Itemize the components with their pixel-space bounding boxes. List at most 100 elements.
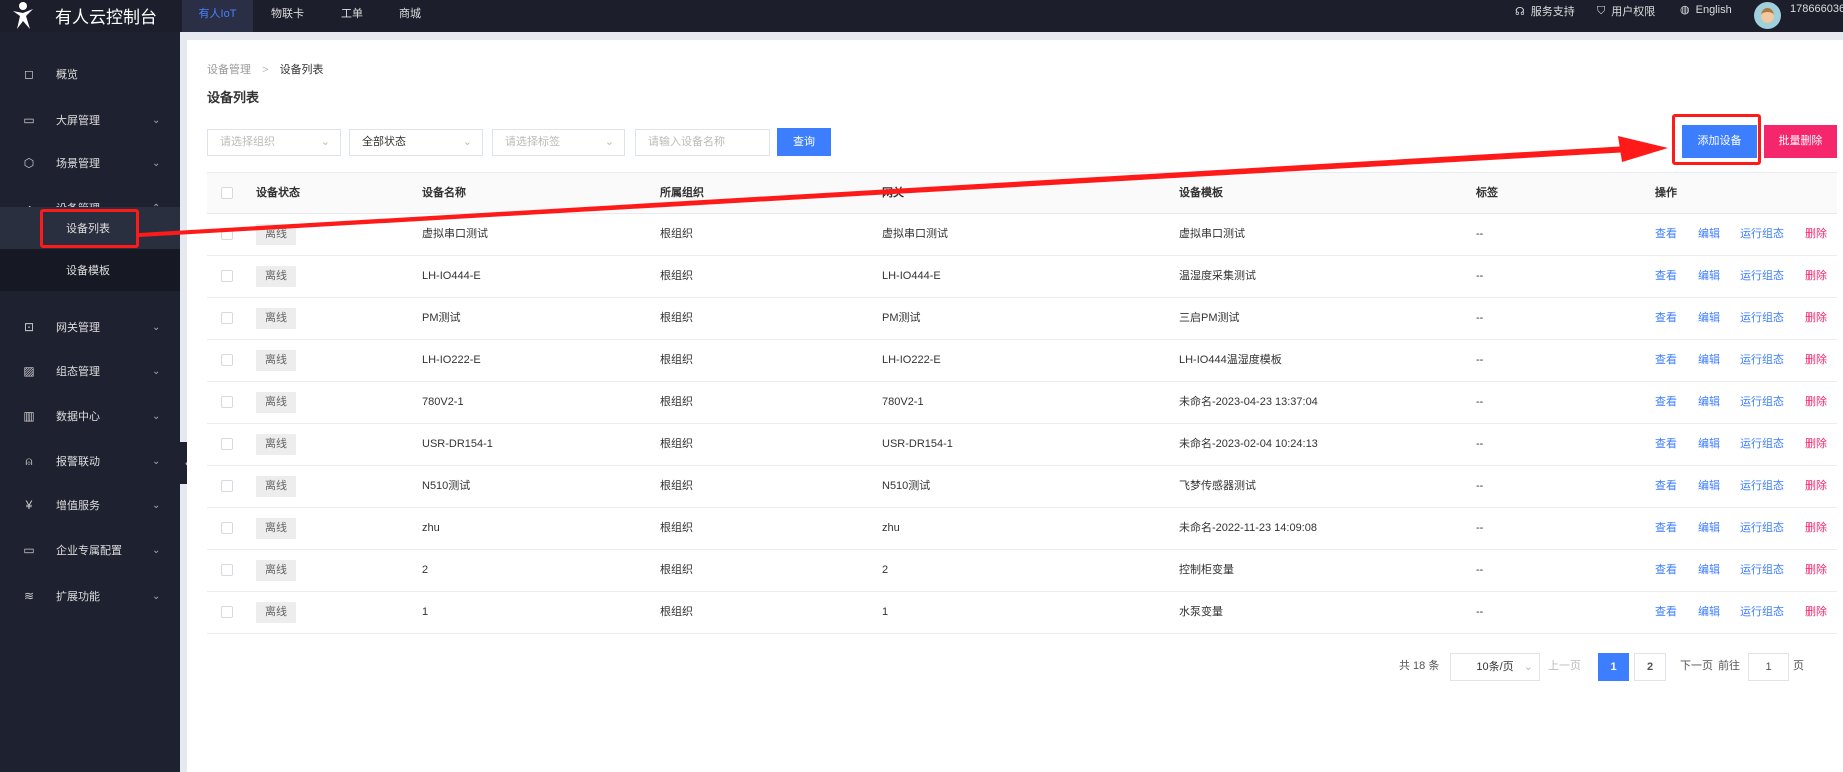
chevron-icon: ⌄ [152, 157, 161, 169]
sidebar-item-label: 场景管理 [56, 158, 100, 170]
sidebar-item-8[interactable]: ¥ 增值服务 ⌄ [0, 485, 180, 525]
edit-link[interactable]: 编辑 [1698, 382, 1720, 423]
sidebar-item-2[interactable]: ⬡ 场景管理 ⌄ [0, 143, 180, 183]
status-select[interactable]: 全部状态 ⌄ [349, 129, 483, 156]
delete-link[interactable]: 删除 [1805, 592, 1827, 633]
view-link[interactable]: 查看 [1655, 550, 1677, 591]
sidebar-item-4[interactable]: ⊡ 网关管理 ⌄ [0, 307, 180, 347]
view-link[interactable]: 查看 [1655, 466, 1677, 507]
row-checkbox[interactable] [221, 564, 233, 576]
edit-link[interactable]: 编辑 [1698, 424, 1720, 465]
topnav-sim[interactable]: 物联卡 [271, 0, 304, 32]
run-scada-link[interactable]: 运行组态 [1740, 256, 1784, 297]
column-header: 操作 [1655, 187, 1677, 199]
tag-select[interactable]: 请选择标签 ⌄ [492, 129, 625, 156]
view-link[interactable]: 查看 [1655, 382, 1677, 423]
chevron-icon: ⌄ [152, 321, 161, 333]
pagination-total: 共 18 条 [1399, 660, 1440, 672]
edit-link[interactable]: 编辑 [1698, 592, 1720, 633]
page-size-select[interactable]: 10条/页 ⌄ [1450, 653, 1540, 681]
run-scada-link[interactable]: 运行组态 [1740, 508, 1784, 549]
sidebar-item-1[interactable]: ▭ 大屏管理 ⌄ [0, 100, 180, 140]
sidebar-item-9[interactable]: ▭ 企业专属配置 ⌄ [0, 530, 180, 570]
sidebar-item-0[interactable]: ◻ 概览 [0, 54, 180, 94]
select-all-checkbox[interactable] [221, 187, 233, 199]
delete-link[interactable]: 删除 [1805, 466, 1827, 507]
view-link[interactable]: 查看 [1655, 424, 1677, 465]
language-switch[interactable]: ◍ English [1680, 3, 1732, 17]
status-badge: 离线 [256, 518, 296, 539]
edit-link[interactable]: 编辑 [1698, 256, 1720, 297]
topnav-iot[interactable]: 有人IoT [182, 0, 253, 32]
cell-gateway: 虚拟串口测试 [882, 228, 948, 240]
cell-org: 根组织 [660, 228, 693, 240]
edit-link[interactable]: 编辑 [1698, 340, 1720, 381]
sidebar-item-7[interactable]: ⍝ 报警联动 ⌄ [0, 441, 180, 481]
page-2-button[interactable]: 2 [1634, 653, 1666, 681]
topnav-mall[interactable]: 商城 [399, 0, 421, 32]
run-scada-link[interactable]: 运行组态 [1740, 298, 1784, 339]
row-checkbox[interactable] [221, 438, 233, 450]
row-checkbox[interactable] [221, 606, 233, 618]
view-link[interactable]: 查看 [1655, 214, 1677, 255]
delete-link[interactable]: 删除 [1805, 382, 1827, 423]
run-scada-link[interactable]: 运行组态 [1740, 424, 1784, 465]
goto-page-input[interactable]: 1 [1748, 653, 1789, 681]
edit-link[interactable]: 编辑 [1698, 214, 1720, 255]
row-checkbox[interactable] [221, 396, 233, 408]
run-scada-link[interactable]: 运行组态 [1740, 382, 1784, 423]
cell-tag: -- [1476, 480, 1484, 492]
sidebar-item-6[interactable]: ▥ 数据中心 ⌄ [0, 396, 180, 436]
batch-delete-button[interactable]: 批量删除 [1764, 125, 1837, 158]
page-1-button[interactable]: 1 [1598, 653, 1629, 681]
run-scada-link[interactable]: 运行组态 [1740, 550, 1784, 591]
sidebar-item-10[interactable]: ≋ 扩展功能 ⌄ [0, 576, 180, 616]
view-link[interactable]: 查看 [1655, 340, 1677, 381]
run-scada-link[interactable]: 运行组态 [1740, 214, 1784, 255]
breadcrumb-parent[interactable]: 设备管理 [207, 64, 251, 76]
delete-link[interactable]: 删除 [1805, 508, 1827, 549]
view-link[interactable]: 查看 [1655, 256, 1677, 297]
topnav-ticket[interactable]: 工单 [341, 0, 363, 32]
sidebar-item-5[interactable]: ▨ 组态管理 ⌄ [0, 351, 180, 391]
run-scada-link[interactable]: 运行组态 [1740, 466, 1784, 507]
sidebar-subitem-1[interactable]: 设备模板 [0, 249, 180, 291]
org-select[interactable]: 请选择组织 ⌄ [207, 129, 341, 156]
support-link[interactable]: ☊ 服务支持 [1515, 3, 1575, 19]
device-name-input[interactable]: 请输入设备名称 [635, 129, 770, 156]
delete-link[interactable]: 删除 [1805, 340, 1827, 381]
view-link[interactable]: 查看 [1655, 592, 1677, 633]
delete-link[interactable]: 删除 [1805, 256, 1827, 297]
edit-link[interactable]: 编辑 [1698, 466, 1720, 507]
avatar[interactable] [1754, 2, 1781, 29]
delete-link[interactable]: 删除 [1805, 424, 1827, 465]
row-checkbox[interactable] [221, 480, 233, 492]
row-checkbox[interactable] [221, 354, 233, 366]
row-checkbox[interactable] [221, 228, 233, 240]
edit-link[interactable]: 编辑 [1698, 508, 1720, 549]
run-scada-link[interactable]: 运行组态 [1740, 340, 1784, 381]
edit-link[interactable]: 编辑 [1698, 550, 1720, 591]
org-select-placeholder: 请选择组织 [220, 136, 275, 148]
run-scada-link[interactable]: 运行组态 [1740, 592, 1784, 633]
view-link[interactable]: 查看 [1655, 508, 1677, 549]
delete-link[interactable]: 删除 [1805, 298, 1827, 339]
permissions-link[interactable]: ⛉ 用户权限 [1597, 3, 1655, 19]
cell-org: 根组织 [660, 354, 693, 366]
status-badge: 离线 [256, 476, 296, 497]
row-checkbox[interactable] [221, 312, 233, 324]
view-link[interactable]: 查看 [1655, 298, 1677, 339]
cell-gateway: LH-IO444-E [882, 270, 941, 282]
delete-link[interactable]: 删除 [1805, 550, 1827, 591]
row-checkbox[interactable] [221, 270, 233, 282]
prev-page-button[interactable]: 上一页 [1548, 653, 1581, 681]
row-checkbox[interactable] [221, 522, 233, 534]
cell-tag: -- [1476, 354, 1484, 366]
cell-template: 未命名-2022-11-23 14:09:08 [1179, 522, 1317, 534]
cell-tag: -- [1476, 564, 1484, 576]
delete-link[interactable]: 删除 [1805, 214, 1827, 255]
user-name[interactable]: 178666036 [1790, 3, 1843, 15]
query-button[interactable]: 查询 [777, 128, 831, 156]
edit-link[interactable]: 编辑 [1698, 298, 1720, 339]
next-page-button[interactable]: 下一页 [1680, 653, 1713, 681]
